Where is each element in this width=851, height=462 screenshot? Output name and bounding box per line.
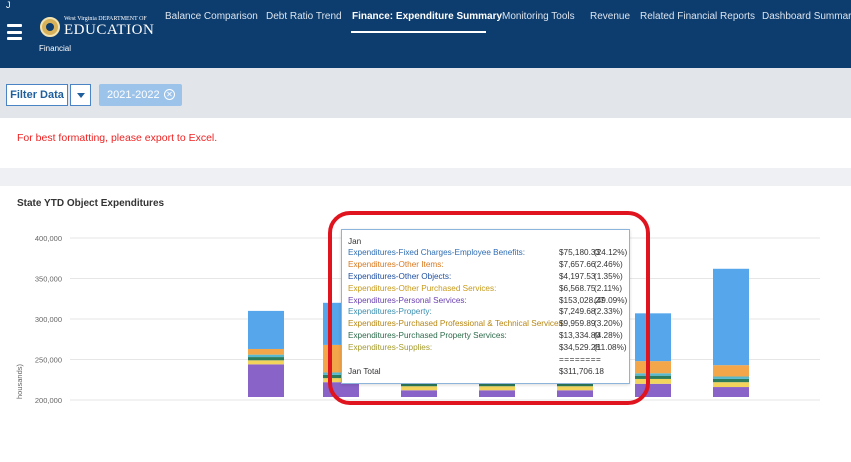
tooltip-row: Expenditures-Other Objects: $4,197.53 (1.3… [348,272,629,284]
tooltip-row-label: Expenditures-Supplies: [348,343,433,353]
state-seal-logo-icon [40,17,60,37]
tooltip-row-percent: (49.09%) [594,295,628,305]
tooltip-total-amount: $311,706.18 [559,366,604,376]
tooltip-row-percent: (11.08%) [594,343,627,353]
filter-bar: Filter Data 2021-2022 ✕ [0,68,851,118]
tooltip-separator: ======== [559,355,602,365]
bar-segment[interactable] [635,373,671,376]
tooltip-row: Expenditures-Other Purchased Services: $6… [348,284,629,296]
tooltip-row-label: Expenditures-Other Objects: [348,271,452,281]
tooltip-row-percent: (24.12%) [594,248,628,257]
bar-segment[interactable] [479,390,515,397]
tooltip-row-percent: (1.35%) [594,271,623,281]
year-filter-chip-label: 2021-2022 [107,89,160,101]
tab-dashboard-summary[interactable]: Dashboard Summary [762,11,851,22]
section-divider [0,168,851,186]
tooltip-row: Expenditures-Purchased Professional & Te… [348,319,629,331]
filter-data-button[interactable]: Filter Data [6,84,68,106]
bar-segment[interactable] [248,310,284,349]
tab-related-financial-reports[interactable]: Related Financial Reports [640,11,755,22]
tooltip-row: Expenditures-Purchased Property Services… [348,331,629,343]
bar-segment[interactable] [635,361,671,374]
tooltip-row: Expenditures-Supplies: $34,529.28 (11.08%) [348,343,629,355]
bar-segment[interactable] [557,390,593,397]
bar-segment[interactable] [401,390,437,397]
tooltip-row-label: Expenditures-Purchased Property Services… [348,331,507,341]
tab-balance-comparison[interactable]: Balance Comparison [165,11,258,22]
bar-segment[interactable] [401,386,437,391]
tooltip-total-label: Jan Total [348,366,381,376]
tab-debt-ratio-trend[interactable]: Debt Ratio Trend [266,11,342,22]
corner-letter: J [6,0,11,10]
app-subtitle: Financial [39,44,72,53]
tab-monitoring-tools[interactable]: Monitoring Tools [502,11,575,22]
y-axis-label: housands) [15,363,24,399]
chip-close-icon[interactable]: ✕ [164,89,175,100]
bar-segment[interactable] [713,376,749,379]
tooltip-total-row: Jan Total $311,706.18 [348,367,629,379]
active-tab-indicator [351,31,486,33]
bar-segment[interactable] [248,360,284,365]
logo-title: EDUCATION [64,22,155,38]
tooltip-month: Jan [348,237,362,246]
tooltip-row-label: Expenditures-Personal Services: [348,295,467,305]
bar-segment[interactable] [713,387,749,397]
tooltip-row-amount: $6,568.75 [559,283,596,293]
tooltip-separator-row: ======== [348,355,629,367]
tooltip-row-percent: (2.11%) [594,283,623,293]
bar-segment[interactable] [713,378,749,383]
tooltip-row: Expenditures-Fixed Charges-Employee Bene… [348,248,629,260]
tab-revenue[interactable]: Revenue [590,11,630,22]
bar-segment[interactable] [713,382,749,388]
bar-segment[interactable] [713,365,749,377]
y-tick-label: 350,000 [35,275,62,284]
bar-segment[interactable] [635,378,671,384]
tooltip-row-percent: (3.20%) [594,319,623,329]
chart-tooltip: Jan Expenditures-Fixed Charges-Employee … [341,229,630,384]
bar-segment[interactable] [248,354,284,358]
y-tick-label: 400,000 [35,234,62,243]
bar-segment[interactable] [635,313,671,362]
bar-segment[interactable] [479,386,515,391]
tooltip-row: Expenditures-Other Items: $7,657.66 (2.46%… [348,260,629,272]
tab-finance-expenditure-summary[interactable]: Finance: Expenditure Summary [352,11,502,22]
tooltip-row: Expenditures-Property: $7,249.68 (2.33%) [348,307,629,319]
y-tick-label: 250,000 [35,356,62,365]
filter-dropdown-chevron-icon[interactable] [70,84,91,106]
tooltip-row-amount: $7,249.68 [559,307,596,317]
notice-area: For best formatting, please export to Ex… [0,118,851,168]
bar-segment[interactable] [713,268,749,366]
tooltip-row-amount: $9,959.89 [559,319,596,329]
bar-segment[interactable] [557,386,593,391]
y-tick-label: 300,000 [35,315,62,324]
tooltip-row-amount: $4,197.53 [559,271,596,281]
tooltip-row-amount: $7,657.66 [559,259,596,269]
tooltip-row-percent: (2.33%) [594,307,623,317]
bar-segment[interactable] [248,357,284,361]
top-header: J West Virginia DEPARTMENT OF EDUCATION … [0,0,851,68]
tooltip-row-label: Expenditures-Other Purchased Services: [348,283,497,293]
bar-segment[interactable] [248,364,284,397]
tooltip-row-label: Expenditures-Fixed Charges-Employee Bene… [348,248,526,257]
bar-segment[interactable] [635,375,671,379]
export-warning-text: For best formatting, please export to Ex… [17,132,218,144]
bar-segment[interactable] [248,348,284,355]
tooltip-row-label: Expenditures-Property: [348,307,432,317]
bar-segment[interactable] [635,383,671,397]
tooltip-row-label: Expenditures-Purchased Professional & Te… [348,319,565,329]
hamburger-menu-icon[interactable] [7,24,22,40]
tooltip-row-percent: (2.46%) [594,259,623,269]
bar-segment[interactable] [323,382,359,397]
tooltip-row-label: Expenditures-Other Items: [348,259,444,269]
tooltip-row-percent: (4.28%) [594,331,623,341]
y-tick-label: 200,000 [35,396,62,405]
year-filter-chip: 2021-2022 ✕ [99,84,182,106]
tooltip-row: Expenditures-Personal Services: $153,028.… [348,296,629,308]
